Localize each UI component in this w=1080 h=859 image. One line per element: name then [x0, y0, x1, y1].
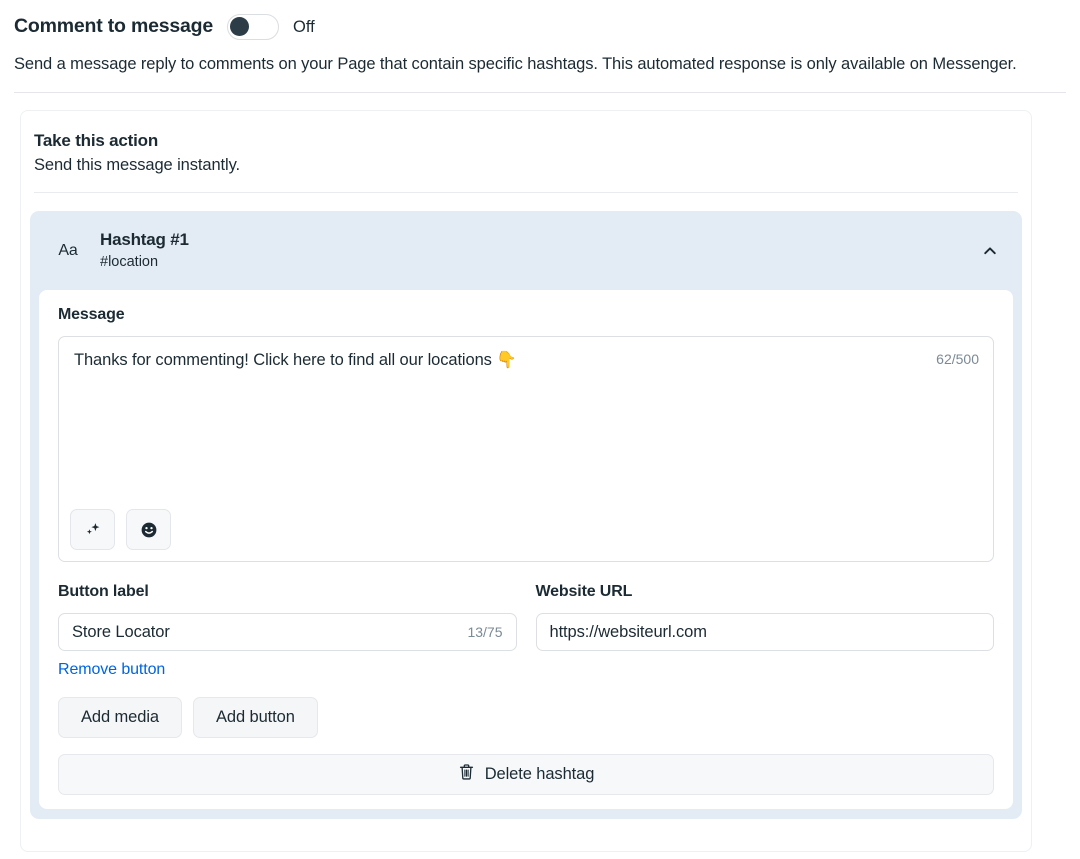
toggle-state-label: Off	[293, 17, 315, 36]
hashtag-card-titles: Hashtag #1 #location	[90, 229, 980, 272]
button-label-input[interactable]: Store Locator 13/75	[58, 613, 517, 652]
take-action-card: Take this action Send this message insta…	[20, 110, 1032, 852]
media-button-row: Add media Add button	[58, 697, 994, 739]
website-url-value: https://websiteurl.com	[549, 622, 707, 641]
website-url-field: Website URL https://websiteurl.com	[535, 583, 994, 652]
feature-header: Comment to message Off Send a message re…	[0, 0, 1080, 93]
take-action-title: Take this action	[34, 131, 159, 150]
message-label: Message	[58, 306, 125, 324]
delete-hashtag-label: Delete hashtag	[484, 765, 595, 784]
hashtag-editor-panel: Message Thanks for commenting! Click her…	[39, 290, 1013, 810]
page-title: Comment to message	[14, 15, 214, 38]
message-char-counter: 62/500	[936, 351, 979, 368]
delete-hashtag-button[interactable]: Delete hashtag	[58, 754, 994, 796]
message-text-value: Thanks for commenting! Click here to fin…	[74, 351, 517, 370]
take-action-subtitle: Send this message instantly.	[34, 156, 241, 175]
hashtag-card-header[interactable]: Aa Hashtag #1 #location	[30, 211, 1022, 290]
emoji-button[interactable]	[126, 509, 171, 551]
take-action-header: Take this action Send this message insta…	[21, 111, 1031, 175]
hashtag-title: Hashtag #1	[100, 230, 189, 250]
button-label-value: Store Locator	[72, 622, 170, 641]
website-url-label: Website URL	[535, 583, 633, 601]
hashtag-value: #location	[100, 254, 159, 271]
title-row: Comment to message Off	[14, 12, 1066, 42]
add-button-button[interactable]: Add button	[192, 697, 318, 739]
text-format-aa-icon: Aa	[58, 241, 78, 259]
toggle-knob	[230, 17, 250, 36]
message-section: Message Thanks for commenting! Click her…	[39, 306, 1013, 796]
button-label-label: Button label	[58, 583, 149, 601]
chevron-up-icon[interactable]	[980, 241, 1000, 261]
website-url-input[interactable]: https://websiteurl.com	[535, 613, 994, 652]
ai-sparkle-button[interactable]	[70, 509, 115, 551]
remove-button-link[interactable]: Remove button	[58, 661, 165, 679]
feature-description: Send a message reply to comments on your…	[14, 55, 1017, 73]
message-textarea[interactable]: Thanks for commenting! Click here to fin…	[58, 336, 994, 563]
header-divider	[14, 92, 1066, 93]
message-toolbar	[70, 509, 171, 551]
button-label-counter: 13/75	[467, 624, 503, 641]
comment-to-message-toggle[interactable]	[227, 14, 280, 40]
take-action-divider	[34, 192, 1018, 194]
button-config-row: Button label Store Locator 13/75 Website…	[58, 583, 994, 652]
page-root: Comment to message Off Send a message re…	[0, 0, 1080, 859]
button-label-field: Button label Store Locator 13/75	[58, 583, 517, 652]
hashtag-card: Aa Hashtag #1 #location Message Thanks f…	[30, 211, 1022, 820]
add-media-button[interactable]: Add media	[58, 697, 182, 739]
trash-icon	[458, 763, 475, 786]
